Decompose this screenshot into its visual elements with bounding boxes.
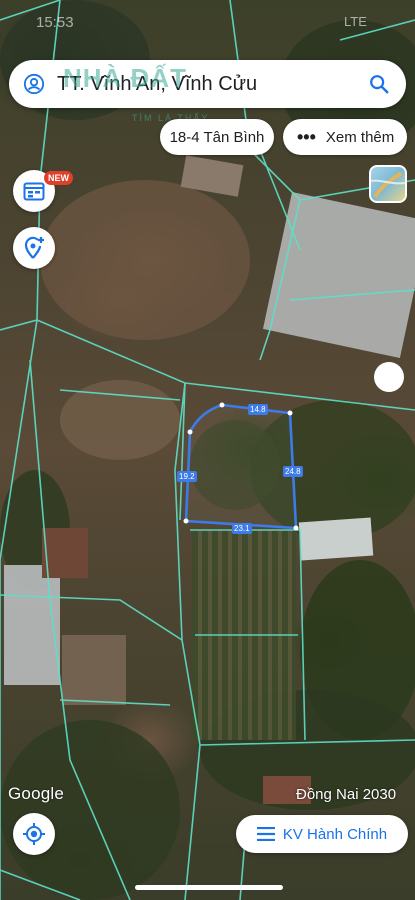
new-badge: NEW: [44, 171, 73, 185]
admin-area-button[interactable]: KV Hành Chính: [236, 815, 408, 853]
add-location-icon: [24, 236, 44, 259]
status-carrier: LTE: [344, 14, 367, 29]
my-location-icon: [23, 823, 45, 845]
calendar-icon: [23, 182, 45, 201]
watermark-logo: NHÀ ĐẤT: [63, 63, 187, 93]
measure-label-right: 24.8: [283, 466, 303, 477]
home-indicator[interactable]: [135, 885, 283, 890]
chip-more-label: Xem thêm: [325, 128, 395, 146]
measure-label-left: 19.2: [177, 471, 197, 482]
add-location-button[interactable]: [13, 227, 55, 269]
google-attribution: Google: [8, 784, 65, 803]
admin-area-label: KV Hành Chính: [282, 825, 388, 843]
measure-label-top: 14.8: [248, 404, 268, 415]
layers-button[interactable]: [369, 165, 407, 203]
layers-icon: [371, 171, 405, 199]
more-icon: •••: [297, 126, 316, 147]
user-icon[interactable]: [23, 73, 45, 95]
menu-icon: [256, 827, 275, 841]
planning-label: Đồng Nai 2030: [296, 786, 397, 803]
chip-more[interactable]: ••• Xem thêm: [283, 119, 407, 155]
chip-location[interactable]: 18-4 Tân Bình: [160, 119, 274, 155]
map-marker[interactable]: [374, 362, 404, 392]
search-icon[interactable]: [368, 73, 390, 95]
status-time: 15:53: [36, 14, 74, 31]
my-location-button[interactable]: [13, 813, 55, 855]
measure-label-bottom: 23.1: [232, 523, 252, 534]
